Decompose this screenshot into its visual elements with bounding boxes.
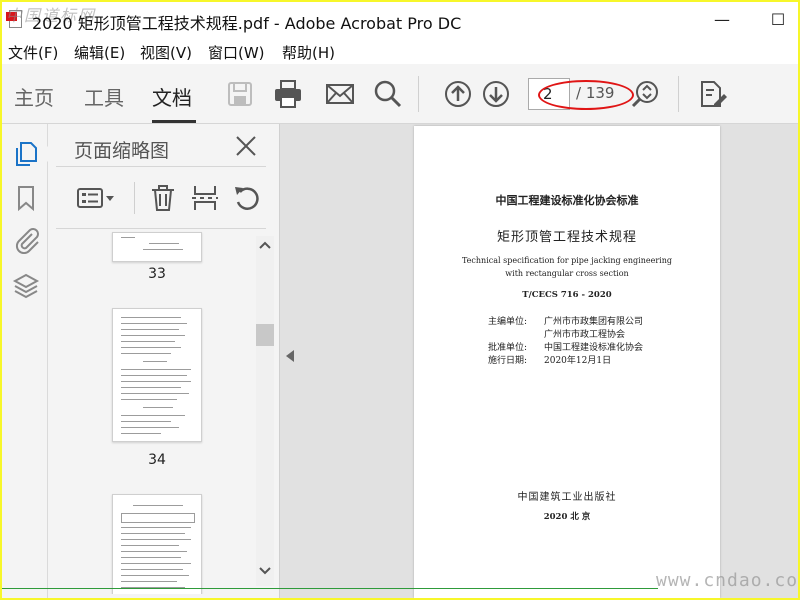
page-up-icon[interactable] (442, 78, 474, 110)
info-value: 2020年12月1日 (544, 356, 612, 366)
collapse-panel-icon[interactable] (286, 350, 294, 362)
panel-divider (56, 166, 266, 167)
tab-home[interactable]: 主页 (14, 82, 54, 111)
thumbnail-page[interactable] (112, 494, 202, 594)
attachment-icon[interactable] (12, 226, 40, 254)
window-title: 2020 矩形顶管工程技术规程.pdf - Adobe Acrobat Pro … (32, 14, 462, 33)
panel-title: 页面缩略图 (74, 140, 170, 162)
left-rail (2, 124, 48, 598)
zoom-icon[interactable] (630, 78, 662, 110)
highlight-oval (538, 80, 634, 110)
thumbnail-panel: 页面缩略图 33 34 (40, 124, 280, 598)
thumbnail-scrollbar[interactable] (256, 236, 274, 586)
standard-organization: 中国工程建设标准化协会标准 (495, 194, 639, 207)
tab-tools[interactable]: 工具 (84, 82, 124, 111)
bookmark-icon[interactable] (12, 184, 40, 212)
active-tab-indicator (152, 120, 196, 123)
thumbnail-page-number: 33 (148, 266, 166, 282)
info-row: 主编单位: 广州市市政集团有限公司 (488, 314, 643, 327)
info-row: 施行日期: 2020年12月1日 (488, 353, 611, 366)
status-line (2, 588, 658, 589)
delete-icon[interactable] (148, 184, 178, 212)
scroll-up-icon[interactable] (259, 240, 271, 250)
search-icon[interactable] (372, 78, 404, 110)
acrobat-window: 中国道标网 2020 矩形顶管工程技术规程.pdf - Adobe Acroba… (2, 2, 798, 598)
tool-separator (134, 182, 135, 214)
info-value: 广州市市政集团有限公司 (544, 317, 644, 327)
menu-bar: 文件(F) 编辑(E) 视图(V) 窗口(W) 帮助(H) (2, 38, 798, 64)
options-icon[interactable] (76, 184, 116, 212)
scroll-thumb[interactable] (256, 324, 274, 346)
info-row: 批准单位: 中国工程建设标准化协会 (488, 340, 643, 353)
document-area: 中国工程建设标准化协会标准 矩形顶管工程技术规程 Technical speci… (280, 124, 798, 598)
thumbnail-list: 33 34 (48, 230, 258, 594)
menu-edit[interactable]: 编辑(E) (74, 42, 125, 63)
email-icon[interactable] (324, 78, 356, 110)
info-label: 施行日期: (488, 356, 528, 366)
menu-file[interactable]: 文件(F) (8, 42, 58, 63)
thumbnail-page-number: 34 (148, 452, 166, 468)
rotate-icon[interactable] (232, 184, 262, 212)
save-icon[interactable] (224, 78, 256, 110)
close-icon[interactable] (234, 134, 258, 158)
toolbar: 主页 工具 文档 2 / 139 (2, 64, 798, 124)
thumbnail-page[interactable] (112, 232, 202, 262)
extract-icon[interactable] (190, 184, 220, 212)
minimize-button[interactable]: — (702, 8, 742, 32)
panel-divider (56, 228, 266, 229)
publish-city: 2020 北 京 (543, 512, 591, 522)
info-label: 主编单位: (488, 317, 528, 327)
document-title-english: Technical specification for pipe jacking… (414, 254, 720, 280)
document-title: 矩形顶管工程技术规程 (496, 230, 637, 245)
page-thumbnails-icon[interactable] (12, 140, 40, 168)
title-en-line-2: with rectangular cross section (505, 269, 629, 278)
panel-pointer (40, 146, 48, 162)
toolbar-separator (678, 76, 679, 112)
fill-sign-icon[interactable] (696, 78, 728, 110)
scroll-down-icon[interactable] (259, 566, 271, 576)
info-value: 广州市市政工程协会 (544, 330, 626, 340)
thumbnail-page[interactable] (112, 308, 202, 442)
toolbar-separator (418, 76, 419, 112)
pdf-page: 中国工程建设标准化协会标准 矩形顶管工程技术规程 Technical speci… (414, 126, 720, 598)
title-en-line-1: Technical specification for pipe jacking… (461, 256, 673, 265)
title-bar: 中国道标网 2020 矩形顶管工程技术规程.pdf - Adobe Acroba… (2, 2, 798, 38)
watermark-bottom: www.cndao.com (656, 570, 798, 591)
standard-code: T/CECS 716 - 2020 (522, 290, 612, 300)
menu-view[interactable]: 视图(V) (140, 42, 192, 63)
print-icon[interactable] (272, 78, 304, 110)
page-down-icon[interactable] (480, 78, 512, 110)
tab-document[interactable]: 文档 (152, 82, 192, 111)
maximize-button[interactable]: ☐ (758, 8, 798, 32)
menu-window[interactable]: 窗口(W) (208, 42, 265, 63)
info-label: 批准单位: (488, 343, 528, 353)
publisher: 中国建筑工业出版社 (517, 492, 617, 503)
info-value: 中国工程建设标准化协会 (544, 343, 644, 353)
layers-icon[interactable] (12, 272, 40, 300)
menu-help[interactable]: 帮助(H) (282, 42, 335, 63)
